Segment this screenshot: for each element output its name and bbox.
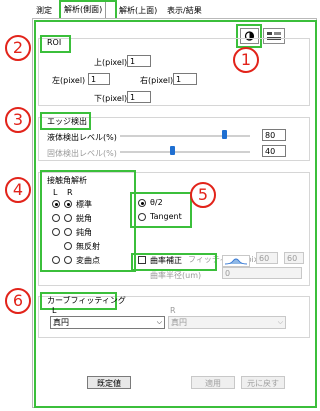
radio-l-acute[interactable] <box>52 214 60 222</box>
column-r-label: R <box>67 188 73 197</box>
radio-r-obtuse[interactable] <box>64 228 72 236</box>
curvature-preview <box>222 255 250 267</box>
row-obtuse-label: 鈍角 <box>76 228 92 237</box>
radio-theta-half[interactable] <box>138 199 146 207</box>
marker-4: 4 <box>5 177 31 203</box>
revert-button[interactable]: 元に戻す <box>241 376 285 389</box>
roi-right-input[interactable]: 1 <box>173 73 197 85</box>
row-acute-label: 鋭角 <box>76 214 92 223</box>
radio-l-obtuse[interactable] <box>52 228 60 236</box>
tangent-label: Tangent <box>150 212 182 221</box>
curvature-radius-input[interactable]: 0 <box>222 267 302 279</box>
curve-r-select[interactable]: 真円 ⌵ <box>168 316 286 329</box>
curve-title: カーブフィッティング <box>47 296 126 305</box>
marker-5: 5 <box>190 182 216 208</box>
roi-group <box>38 38 310 106</box>
solid-level-slider[interactable] <box>170 146 175 155</box>
radio-r-standard[interactable] <box>64 200 72 208</box>
radio-tangent[interactable] <box>138 213 146 221</box>
roi-left-label: 左(pixel) <box>52 76 86 85</box>
solid-level-track <box>120 151 250 153</box>
liquid-level-slider[interactable] <box>222 130 227 139</box>
graph-preview-icon <box>224 258 248 265</box>
tab-display-result[interactable]: 表示/結果 <box>164 3 205 19</box>
radio-r-inflection[interactable] <box>64 256 72 264</box>
row-inflection-label: 変曲点 <box>76 256 100 265</box>
roi-top-input[interactable]: 1 <box>127 55 151 67</box>
curvature-correction-label: 曲率補正 <box>150 256 182 265</box>
solid-level-label: 固体検出レベル(%) <box>47 149 117 158</box>
apply-button[interactable]: 適用 <box>191 376 235 389</box>
roi-top-label: 上(pixel) <box>94 58 128 67</box>
solid-level-input[interactable]: 40 <box>262 145 286 157</box>
radio-r-acute[interactable] <box>64 214 72 222</box>
row-standard-label: 標準 <box>76 200 92 209</box>
marker-3: 3 <box>5 107 31 133</box>
fitting-input-1[interactable]: 60 <box>256 252 278 264</box>
fitting-input-2[interactable]: 60 <box>284 252 304 264</box>
row-no-reflection-label: 無反射 <box>76 242 100 251</box>
marker-2: 2 <box>5 35 31 61</box>
liquid-level-track <box>120 135 250 137</box>
roi-bottom-input[interactable]: 1 <box>127 91 151 103</box>
chevron-down-icon: ⌵ <box>277 318 283 326</box>
tab-analysis-top[interactable]: 解析(上面) <box>116 3 160 19</box>
roi-right-label: 右(pixel) <box>140 76 174 85</box>
curve-r-value: 真円 <box>171 318 187 327</box>
curve-r-label: R <box>170 306 176 315</box>
marker-1: 1 <box>233 47 259 73</box>
chevron-down-icon: ⌵ <box>156 318 162 326</box>
radio-r-no-reflection[interactable] <box>64 242 72 250</box>
radio-l-inflection[interactable] <box>52 256 60 264</box>
curvature-radius-label: 曲率半径(um) <box>150 271 202 280</box>
curve-l-label: L <box>52 306 57 315</box>
theta-half-label: θ/2 <box>150 198 163 207</box>
tab-measure[interactable]: 測定 <box>33 3 55 19</box>
default-button[interactable]: 既定値 <box>87 376 131 389</box>
column-l-label: L <box>53 188 58 197</box>
curvature-correction-checkbox[interactable] <box>138 256 146 264</box>
roi-left-input[interactable]: 1 <box>88 73 110 85</box>
marker-6: 6 <box>5 288 31 314</box>
radio-l-standard[interactable] <box>52 200 60 208</box>
liquid-level-label: 液体検出レベル(%) <box>47 133 117 142</box>
liquid-level-input[interactable]: 80 <box>262 129 286 141</box>
curve-l-select[interactable]: 真円 ⌵ <box>50 316 165 329</box>
edge-title: エッジ検出 <box>47 117 87 126</box>
contact-title: 接触角解析 <box>47 176 87 185</box>
roi-title: ROI <box>47 38 62 47</box>
curve-l-value: 真円 <box>53 318 69 327</box>
roi-bottom-label: 下(pixel) <box>94 94 128 103</box>
